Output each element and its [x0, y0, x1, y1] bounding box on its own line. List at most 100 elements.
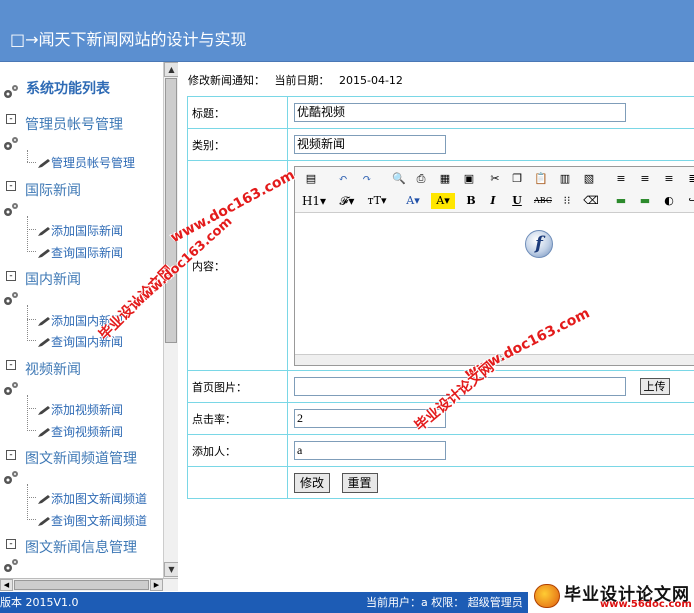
sidebar-item-add-photo-channel[interactable]: 添加图文新闻频道	[37, 490, 147, 507]
sidebar-item-query-video[interactable]: 查询视频新闻	[37, 423, 123, 440]
sidebar-section-domestic[interactable]: 国内新闻	[25, 269, 81, 289]
flash-icon: f	[525, 229, 553, 258]
sidebar-section-admin[interactable]: 管理员帐号管理	[25, 114, 123, 134]
image-input[interactable]	[294, 377, 626, 396]
gear-icon	[4, 292, 18, 305]
highlight-dropdown[interactable]: A▾	[431, 192, 455, 209]
align-center-icon[interactable]: ≡	[637, 171, 653, 187]
sidebar-item-query-domestic[interactable]: 查询国内新闻	[37, 333, 123, 350]
section-toggle-icon[interactable]: -	[6, 450, 16, 460]
scroll-up-icon[interactable]: ▲	[164, 62, 178, 77]
pencil-icon	[38, 405, 50, 415]
pencil-icon	[38, 516, 50, 526]
clicks-input[interactable]: 2	[294, 409, 446, 428]
paste-icon[interactable]: 📋	[533, 171, 549, 187]
font-size-dropdown[interactable]: тT▾	[365, 193, 389, 209]
notice-bar: 修改新闻通知： 当前日期： 2015-04-12	[188, 72, 409, 88]
pencil-icon	[38, 494, 50, 504]
insert-row-icon[interactable]: ▬	[613, 193, 629, 209]
title-input[interactable]: 优酷视频	[294, 103, 626, 122]
gear-icon	[4, 85, 18, 98]
header-banner: □→闻天下新闻网站的设计与实现	[0, 0, 694, 62]
source-icon[interactable]: ▤	[303, 171, 319, 187]
gear-icon	[4, 471, 18, 484]
adder-label: 添加人：	[187, 434, 288, 467]
category-input[interactable]: 视频新闻	[294, 135, 446, 154]
insert-col-icon[interactable]: ▬	[637, 193, 653, 209]
heading-dropdown[interactable]: H1▾	[301, 193, 327, 209]
pencil-icon	[38, 248, 50, 258]
logo-url: www.56doc.com	[600, 599, 692, 610]
logo-mark-icon	[534, 584, 560, 608]
link-icon[interactable]: ↪	[685, 193, 694, 209]
sidebar-item-add-video[interactable]: 添加视频新闻	[37, 401, 123, 418]
sidebar-item-query-international[interactable]: 查询国际新闻	[37, 244, 123, 261]
strikethrough-button[interactable]: ABC	[533, 193, 553, 209]
page-icon[interactable]: ▣	[461, 171, 477, 187]
line-height-icon[interactable]: ⁝⁝	[559, 193, 575, 209]
version-text: 版本 2015V1.0	[0, 596, 79, 609]
paste-word-icon[interactable]: ▧	[581, 171, 597, 187]
clicks-label: 点击率：	[187, 402, 288, 435]
upload-button[interactable]: 上传	[639, 377, 670, 395]
pencil-icon	[38, 226, 50, 236]
template-icon[interactable]: ▦	[437, 171, 453, 187]
sidebar-item-add-domestic[interactable]: 添加国内新闻	[37, 312, 123, 329]
sidebar: 系统功能列表 - 管理员帐号管理 管理员帐号管理 - 国际新闻 添加国际新闻 查…	[0, 62, 178, 590]
undo-icon[interactable]: ↶	[335, 171, 351, 187]
notice-label: 修改新闻通知：	[188, 74, 265, 87]
editor-toolbar: ▤ ↶ ↷ 🔍 ⎙ ▦ ▣ ✂ ❐ 📋 ▥ ▧ ≡ ≡ ≡ H1▾ 𝓕▾ тT▾…	[295, 166, 694, 213]
current-date: 2015-04-12	[339, 74, 403, 87]
gear-icon	[4, 382, 18, 395]
font-family-dropdown[interactable]: 𝓕▾	[335, 193, 359, 209]
align-right-icon[interactable]: ≡	[661, 171, 677, 187]
rich-text-editor[interactable]: ▤ ↶ ↷ 🔍 ⎙ ▦ ▣ ✂ ❐ 📋 ▥ ▧ ≡ ≡ ≡ H1▾ 𝓕▾ тT▾…	[294, 165, 694, 366]
align-left-icon[interactable]: ≡	[613, 171, 629, 187]
sidebar-section-video[interactable]: 视频新闻	[25, 359, 81, 379]
scroll-left-icon[interactable]: ◀	[0, 579, 13, 591]
actions-label-cell	[187, 466, 288, 499]
sidebar-scrollbar[interactable]: ▲ ▼	[163, 62, 178, 590]
cut-icon[interactable]: ✂	[487, 171, 503, 187]
sidebar-hscrollbar[interactable]: ◀ ▶	[0, 578, 178, 591]
scroll-down-icon[interactable]: ▼	[164, 562, 178, 577]
sidebar-section-photo-info[interactable]: 图文新闻信息管理	[25, 537, 137, 557]
sidebar-section-photo-channel[interactable]: 图文新闻频道管理	[25, 448, 137, 468]
justify-icon[interactable]: ≣	[685, 171, 694, 187]
sidebar-section-international[interactable]: 国际新闻	[25, 180, 81, 200]
sidebar-item-admin-account[interactable]: 管理员帐号管理	[37, 154, 135, 171]
eraser-icon[interactable]: ⌫	[583, 193, 599, 209]
pencil-icon	[38, 427, 50, 437]
editor-content-area[interactable]: f	[295, 213, 694, 354]
section-toggle-icon[interactable]: -	[6, 114, 16, 124]
adder-input[interactable]: a	[294, 441, 446, 460]
hscroll-thumb[interactable]	[14, 580, 149, 590]
section-toggle-icon[interactable]: -	[6, 539, 16, 549]
tree-title: 系统功能列表	[26, 81, 110, 97]
date-label: 当前日期：	[274, 74, 330, 87]
scroll-right-icon[interactable]: ▶	[150, 579, 163, 591]
editor-resize-handle[interactable]: ⇕	[295, 353, 694, 365]
image-icon[interactable]: ◐	[661, 193, 677, 209]
bold-button[interactable]: B	[463, 193, 479, 209]
italic-button[interactable]: I	[485, 193, 501, 209]
copy-icon[interactable]: ❐	[509, 171, 525, 187]
reset-button[interactable]: 重置	[341, 472, 378, 493]
preview-icon[interactable]: 🔍	[391, 171, 407, 187]
paste-text-icon[interactable]: ▥	[557, 171, 573, 187]
underline-button[interactable]: U	[509, 193, 525, 209]
submit-button[interactable]: 修改	[294, 472, 331, 493]
section-toggle-icon[interactable]: -	[6, 360, 16, 370]
scrollbar-thumb[interactable]	[165, 78, 177, 343]
print-icon[interactable]: ⎙	[413, 171, 429, 187]
section-toggle-icon[interactable]: -	[6, 271, 16, 281]
section-toggle-icon[interactable]: -	[6, 181, 16, 191]
edit-news-form: 标题： 优酷视频 类别： 视频新闻 内容： ▤ ↶ ↷ 🔍 ⎙ ▦ ▣ ✂ ❐ …	[187, 96, 694, 499]
gear-icon	[4, 203, 18, 216]
sidebar-item-query-photo-channel[interactable]: 查询图文新闻频道	[37, 512, 147, 529]
font-color-dropdown[interactable]: A▾	[401, 193, 425, 209]
sidebar-item-add-international[interactable]: 添加国际新闻	[37, 222, 123, 239]
redo-icon[interactable]: ↷	[359, 171, 375, 187]
gear-icon	[4, 559, 18, 572]
content-label: 内容：	[187, 160, 288, 371]
